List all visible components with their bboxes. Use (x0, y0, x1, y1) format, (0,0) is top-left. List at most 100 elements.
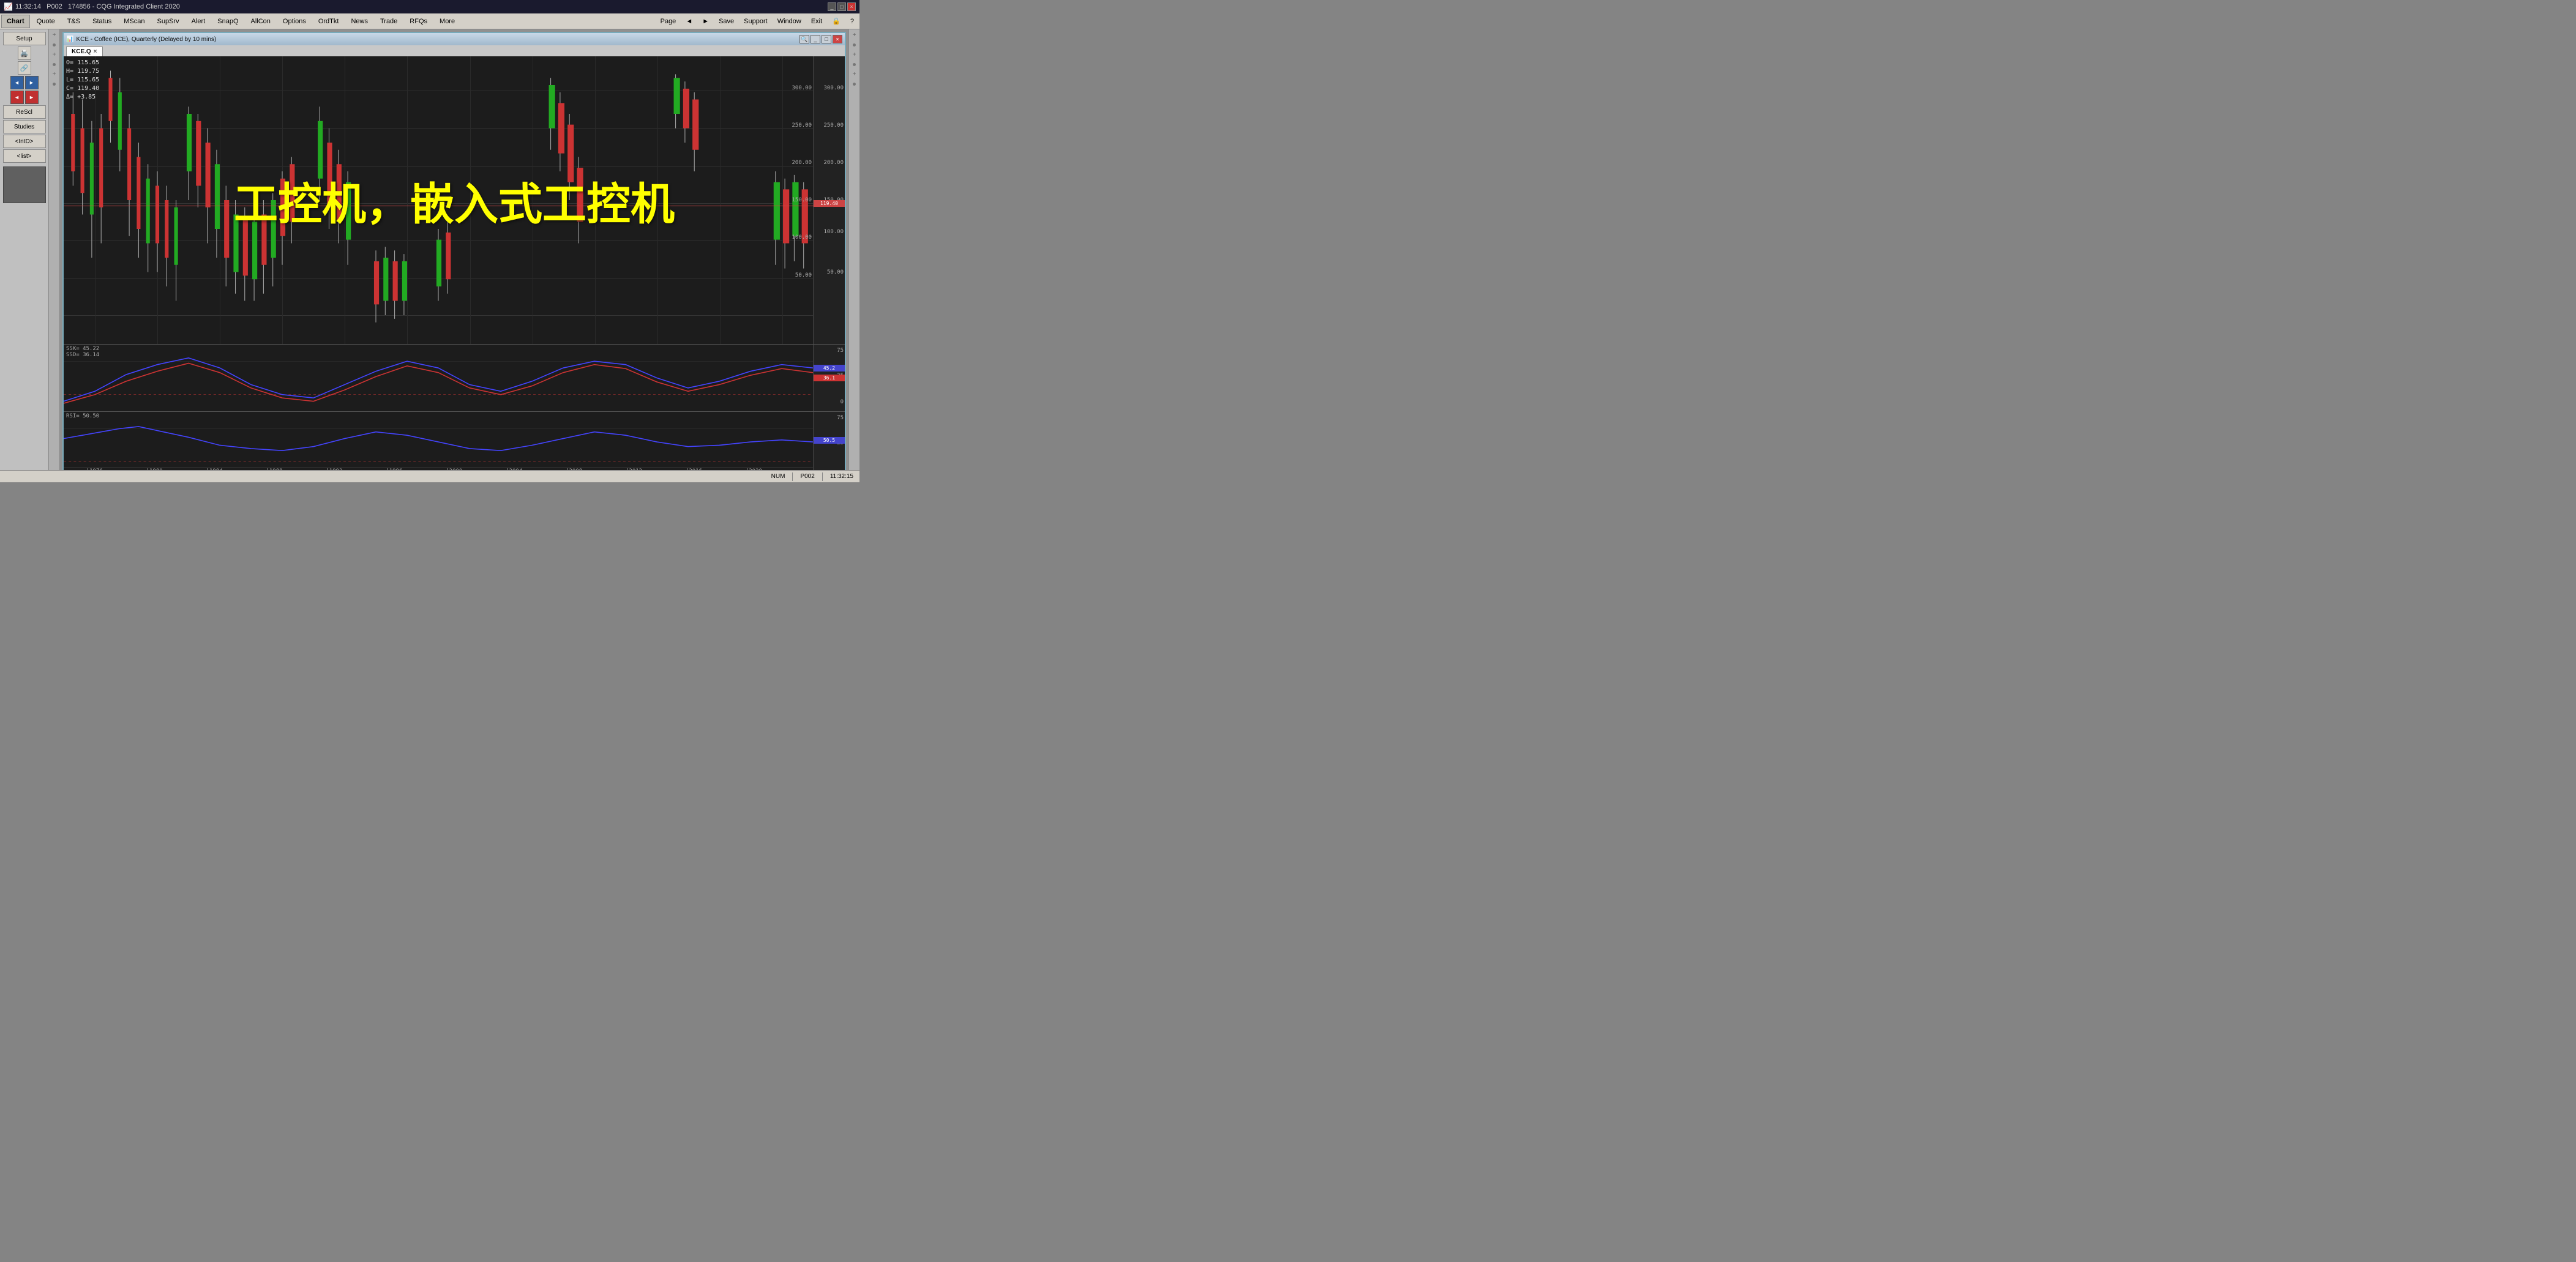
ssd-badge: 36.1 (814, 375, 845, 381)
rsi-overlay-label: RSI= 50.50 (66, 413, 99, 419)
sidebar-collapse-icon[interactable]: ► (25, 76, 39, 89)
ps-50: 50.00 (827, 269, 844, 275)
right-nav-column: + + + (848, 29, 859, 482)
sidebar-red-left-icon[interactable]: ◄ (10, 91, 24, 104)
left-nav-column: + + + (49, 29, 60, 482)
menu-exit[interactable]: Exit (807, 15, 826, 28)
low-label: L= 115.65 (66, 76, 99, 84)
price-label-50: 50.00 (795, 272, 812, 278)
main-price-panel[interactable]: O= 115.65 H= 119.75 L= 115.65 C= 119.40 … (64, 56, 845, 344)
menu-save[interactable]: Save (714, 15, 738, 28)
stoch-panel: SSK= 45.22 SSD= 36.14 (64, 344, 845, 411)
print-icon[interactable]: 🖨️ (18, 47, 31, 60)
ssk-badge: 45.2 (814, 365, 845, 372)
stoch-svg (64, 345, 813, 411)
rescl-button[interactable]: ReScl (3, 105, 46, 119)
chart-min-button[interactable]: _ (811, 35, 820, 43)
sidebar-red-right-icon[interactable]: ► (25, 91, 39, 104)
sidebar-dark-section (3, 166, 46, 203)
menu-bar: Chart Quote T&S Status MScan SupSrv Aler… (0, 13, 859, 29)
stoch-0: 0 (841, 399, 844, 405)
price-label-100: 100.00 (792, 234, 812, 241)
sidebar-icon-row-1: ◄ ► (10, 76, 39, 89)
menu-mscan[interactable]: MScan (118, 15, 150, 28)
menu-ordtkt[interactable]: OrdTkt (313, 15, 345, 28)
sidebar-expand-icon[interactable]: ◄ (10, 76, 24, 89)
menu-trade[interactable]: Trade (375, 15, 403, 28)
menu-options[interactable]: Options (277, 15, 312, 28)
sidebar-icon-row-2: ◄ ► (10, 91, 39, 104)
ps-250: 250.00 (823, 122, 844, 129)
right-nav-cross-1[interactable]: + (853, 32, 856, 39)
chart-container: 📊 KCE - Coffee (ICE), Quarterly (Delayed… (60, 29, 848, 482)
menu-more[interactable]: More (434, 15, 460, 28)
menu-ts[interactable]: T&S (62, 15, 86, 28)
menu-quote[interactable]: Quote (31, 15, 61, 28)
intd-button[interactable]: <IntD> (3, 135, 46, 148)
menu-page[interactable]: Page (656, 15, 681, 28)
nav-dot-2 (53, 63, 56, 66)
minimize-button[interactable]: _ (828, 2, 836, 11)
menu-lock[interactable]: 🔒 (828, 15, 845, 28)
nav-dot-3 (53, 83, 56, 86)
menu-next[interactable]: ► (698, 15, 713, 28)
main-layout: Setup 🖨️ 🔗 ◄ ► ◄ ► ReScl Studies <IntD> … (0, 29, 859, 482)
close-label: C= 119.40 (66, 84, 99, 93)
rsi-scale: 75 25 50.5 (813, 412, 845, 479)
time-status: 11:32:15 (828, 473, 856, 480)
close-button[interactable]: × (847, 2, 856, 11)
nav-cross-bot[interactable]: + (53, 71, 56, 78)
chart-icon: 📊 (66, 36, 73, 43)
right-nav-cross-3[interactable]: + (853, 71, 856, 78)
studies-button[interactable]: Studies (3, 120, 46, 133)
chart-title-bar: 📊 KCE - Coffee (ICE), Quarterly (Delayed… (64, 33, 845, 45)
menu-supsrv[interactable]: SupSrv (152, 15, 185, 28)
chart-restore-button[interactable]: □ (822, 35, 831, 43)
chart-tab-close[interactable]: × (94, 48, 97, 55)
menu-prev[interactable]: ◄ (681, 15, 697, 28)
chart-search-button[interactable]: 🔍 (799, 35, 809, 43)
account-status: P002 (798, 473, 817, 480)
candle-chart-svg (64, 56, 813, 344)
nav-cross-top[interactable]: + (53, 32, 56, 39)
chart-title-text: KCE - Coffee (ICE), Quarterly (Delayed b… (73, 36, 798, 43)
window-controls: _ □ × (828, 2, 856, 11)
price-label-300: 300.00 (792, 85, 812, 91)
rsi-panel: RSI= 50.50 (64, 411, 845, 479)
rsi-75: 75 (837, 415, 844, 421)
link-icon[interactable]: 🔗 (18, 61, 31, 75)
menu-snapq[interactable]: SnapQ (212, 15, 244, 28)
chart-content-area: O= 115.65 H= 119.75 L= 115.65 C= 119.40 … (64, 56, 845, 479)
menu-allcon[interactable]: AllCon (245, 15, 276, 28)
setup-button[interactable]: Setup (3, 32, 46, 45)
status-sep-2 (822, 472, 823, 481)
delta-label: Δ= +3.85 (66, 93, 99, 102)
rsi-badge: 50.5 (814, 437, 845, 444)
open-label: O= 115.65 (66, 59, 99, 67)
title-bar-icon: 📈 (4, 2, 13, 11)
price-scale: 300.00 250.00 200.00 150.00 100.00 50.00… (813, 56, 845, 344)
menu-news[interactable]: News (345, 15, 373, 28)
menu-support[interactable]: Support (739, 15, 772, 28)
list-button[interactable]: <list> (3, 149, 46, 163)
chart-close-button[interactable]: × (833, 35, 842, 43)
nav-dot-1 (53, 43, 56, 47)
maximize-button[interactable]: □ (837, 2, 846, 11)
nav-cross-mid[interactable]: + (53, 51, 56, 58)
status-right: NUM P002 11:32:15 (769, 472, 856, 481)
menu-status[interactable]: Status (87, 15, 117, 28)
menu-rfqs[interactable]: RFQs (404, 15, 433, 28)
status-bar: NUM P002 11:32:15 (0, 470, 859, 482)
chart-tab-kceq[interactable]: KCE.Q × (66, 47, 103, 56)
right-nav-cross-2[interactable]: + (853, 51, 856, 58)
menu-chart[interactable]: Chart (1, 15, 30, 28)
right-nav-dot-3 (853, 83, 856, 86)
menu-window[interactable]: Window (773, 15, 806, 28)
menu-alert[interactable]: Alert (186, 15, 211, 28)
right-nav-dot-2 (853, 63, 856, 66)
ps-200: 200.00 (823, 160, 844, 166)
menu-help[interactable]: ? (846, 15, 858, 28)
price-label-200: 200.00 (792, 160, 812, 166)
stoch-overlay-label: SSK= 45.22 SSD= 36.14 (66, 346, 99, 358)
price-overlay: O= 115.65 H= 119.75 L= 115.65 C= 119.40 … (66, 59, 99, 102)
